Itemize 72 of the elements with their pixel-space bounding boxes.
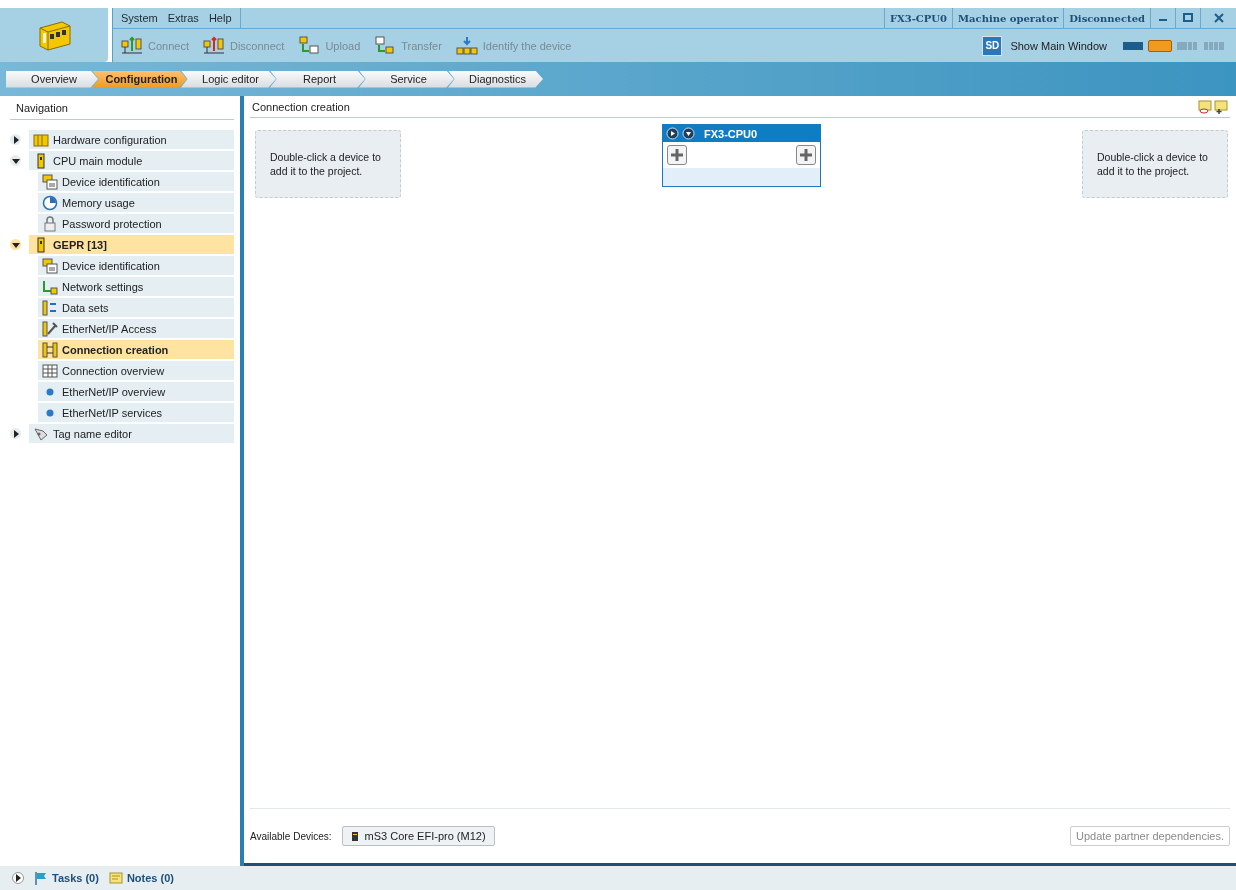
padlock-icon: [42, 215, 58, 232]
show-main-window-button[interactable]: SD Show Main Window: [982, 35, 1107, 56]
upload-icon: [298, 35, 321, 56]
device-card-icon: [42, 173, 58, 190]
status-button[interactable]: Notes (0): [108, 871, 174, 885]
tree-item[interactable]: CPU main module: [29, 151, 234, 170]
identify-icon: [455, 35, 478, 56]
drop-hint: Double-click a device to add it to the project.: [270, 150, 382, 178]
drop-hint: Double-click a device to add it to the project.: [1097, 150, 1209, 178]
note-hide-icon[interactable]: [1198, 100, 1212, 114]
status-field: Disconnected: [1063, 8, 1150, 28]
tree-item[interactable]: Network settings: [38, 277, 234, 296]
tab[interactable]: Configuration: [92, 70, 187, 88]
menu-item[interactable]: Help: [208, 12, 232, 24]
available-devices-label: Available Devices:: [250, 830, 332, 842]
tree-item[interactable]: Tag name editor: [29, 424, 234, 443]
tab[interactable]: Service: [359, 70, 454, 88]
network-icon: [42, 278, 58, 295]
tree-item[interactable]: Connection overview: [38, 361, 234, 380]
flag-icon: [34, 871, 48, 885]
device-button[interactable]: mS3 Core EFI-pro (M12): [341, 826, 495, 846]
expander-button[interactable]: [12, 872, 24, 884]
panel-title: Connection creation: [252, 101, 350, 113]
tree-item[interactable]: EtherNet/IP Access: [38, 319, 234, 338]
tree-item[interactable]: Memory usage: [38, 193, 234, 212]
disconnect-icon: [203, 35, 225, 56]
tab[interactable]: Overview: [6, 70, 98, 88]
expander-button[interactable]: [10, 155, 21, 166]
tree-item[interactable]: Device identification: [38, 256, 234, 275]
data-sets-icon: [42, 299, 58, 316]
tree-item[interactable]: EtherNet/IP services: [38, 403, 234, 422]
tab[interactable]: Logic editor: [181, 70, 276, 88]
note-add-icon[interactable]: [1214, 100, 1228, 114]
tree-item[interactable]: EtherNet/IP overview: [38, 382, 234, 401]
status-field: FX3-CPU0: [883, 8, 952, 28]
add-button[interactable]: [796, 145, 816, 165]
connect-icon: [121, 35, 143, 56]
expander-button[interactable]: [10, 428, 21, 439]
expander-button[interactable]: [10, 134, 21, 145]
connection-icon: [42, 341, 58, 358]
device-node[interactable]: FX3-CPU0: [662, 124, 821, 187]
close-icon: [1213, 13, 1224, 23]
tree-item[interactable]: GEPR [13]: [29, 235, 234, 254]
tree-item[interactable]: Device identification: [38, 172, 234, 191]
add-button[interactable]: [667, 145, 687, 165]
wrench-icon: [42, 320, 58, 337]
expand-icon[interactable]: [666, 127, 679, 140]
status-field: Machine operator: [952, 8, 1064, 28]
panel-title: Navigation: [10, 96, 234, 120]
maximize-icon: [1183, 13, 1193, 23]
tree-item[interactable]: Data sets: [38, 298, 234, 317]
tree-item[interactable]: Hardware configuration: [29, 130, 234, 149]
table-icon: [42, 362, 58, 379]
dropdown-icon[interactable]: [682, 127, 695, 140]
transfer-icon: [374, 35, 397, 56]
tab[interactable]: Report: [270, 70, 365, 88]
expander-button[interactable]: [10, 239, 21, 250]
status-button[interactable]: Tasks (0): [34, 871, 99, 885]
tab[interactable]: Diagnostics: [448, 70, 543, 88]
layout-button[interactable]: [1148, 39, 1172, 52]
tree-item[interactable]: Password protection: [38, 214, 234, 233]
layout-button[interactable]: [1121, 39, 1145, 52]
module-rack-icon: [33, 131, 49, 148]
menu-item[interactable]: System: [121, 12, 158, 24]
expand-icon: [14, 874, 22, 882]
menu-item[interactable]: Extras: [167, 12, 199, 24]
device-title: FX3-CPU0: [704, 127, 758, 140]
tree-item[interactable]: Connection creation: [38, 340, 234, 359]
device-card-icon: [42, 257, 58, 274]
note-icon: [108, 871, 123, 885]
module-icon: [350, 830, 359, 842]
tag-icon: [33, 425, 49, 442]
